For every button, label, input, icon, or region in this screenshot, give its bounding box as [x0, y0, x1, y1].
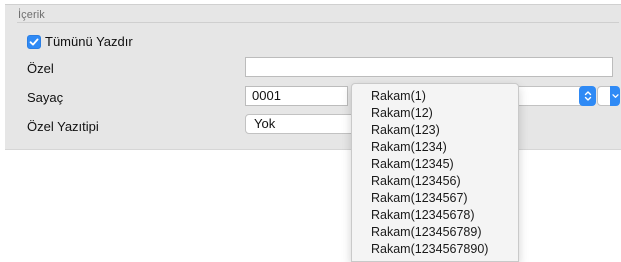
menu-item[interactable]: Rakam(1234567890) [352, 241, 518, 258]
chevron-down-icon [611, 94, 619, 98]
menu-item[interactable]: Rakam(1234) [352, 139, 518, 156]
counter-label: Sayaç [27, 90, 64, 105]
menu-item[interactable]: Rakam(123) [352, 122, 518, 139]
menu-item[interactable]: Rakam(12) [352, 105, 518, 122]
custom-field[interactable] [245, 57, 613, 77]
counter-format-menu: Rakam(1) Rakam(12) Rakam(123) Rakam(1234) Ra… [351, 83, 519, 262]
menu-item[interactable]: Rakam(1234567) [352, 190, 518, 207]
content-panel: İçerik Tümünü Yazdır Özel Sayaç 0001 Öze… [5, 4, 621, 150]
menu-item[interactable]: Rakam(123456789) [352, 224, 518, 241]
menu-item[interactable]: Rakam(1) [352, 88, 518, 105]
menu-item[interactable]: Rakam(123456) [352, 173, 518, 190]
section-title: İçerik [18, 9, 45, 21]
counter-format-list: Rakam(1) Rakam(12) Rakam(123) Rakam(1234) Ra… [352, 84, 518, 258]
custom-font-select[interactable]: Yok [245, 114, 357, 134]
print-all-checkbox[interactable] [27, 35, 41, 49]
custom-font-label: Özel Yazıtipi [27, 119, 99, 134]
counter-field[interactable]: 0001 [245, 86, 348, 106]
menu-item[interactable]: Rakam(12345678) [352, 207, 518, 224]
print-all-label: Tümünü Yazdır [45, 34, 133, 49]
counter-select-stepper[interactable] [579, 86, 596, 106]
up-down-chevron-icon [584, 91, 591, 101]
menu-item[interactable]: Rakam(12345) [352, 156, 518, 173]
format-combo-button[interactable] [610, 86, 620, 106]
section-divider [17, 22, 619, 23]
checkmark-icon [29, 38, 39, 46]
custom-label: Özel [27, 61, 54, 76]
format-combo-field[interactable] [597, 86, 611, 106]
